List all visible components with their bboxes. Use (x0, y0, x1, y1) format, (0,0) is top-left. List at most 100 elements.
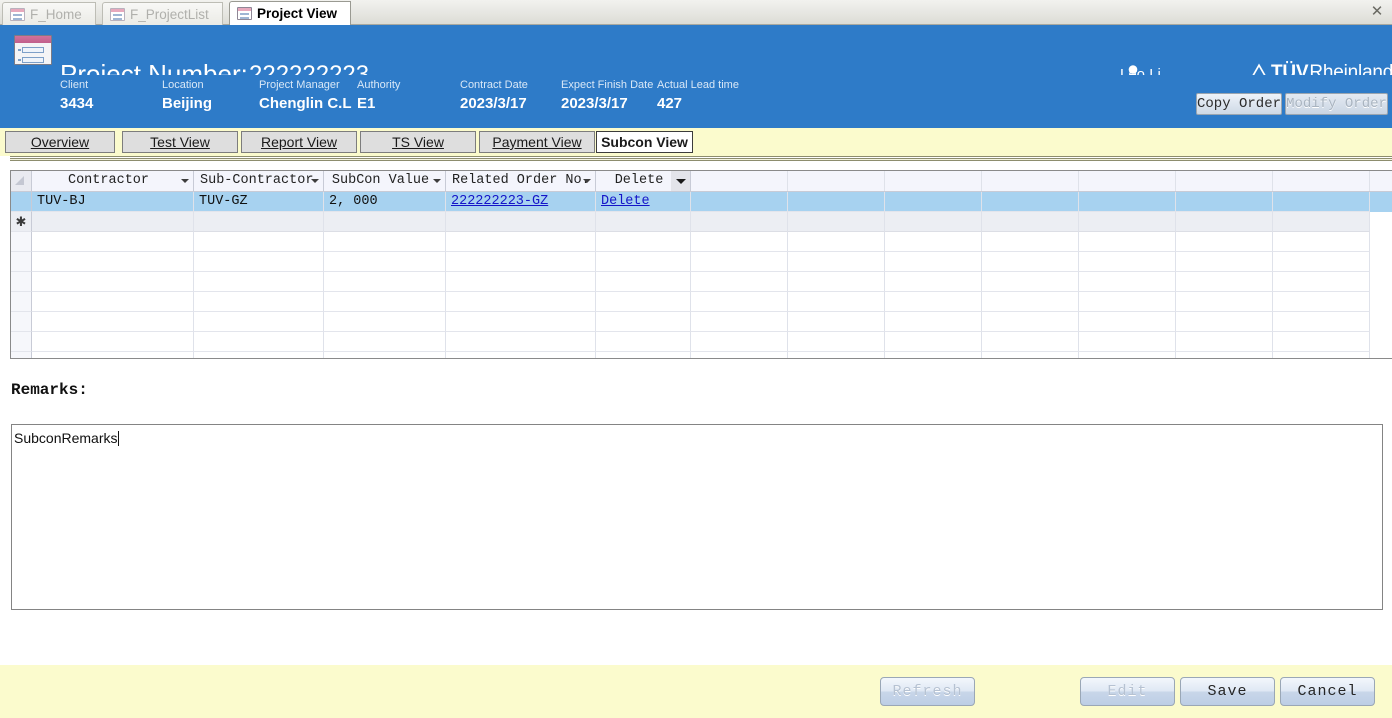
grid-cell-subcon-value[interactable] (324, 292, 446, 312)
grid-row-selector[interactable] (11, 272, 32, 292)
grid-cell-sub-contractor[interactable] (194, 212, 324, 232)
grid-cell-related-order-no-[interactable] (446, 332, 596, 352)
chevron-down-icon[interactable] (311, 179, 319, 183)
tab-overview[interactable]: Overview (5, 131, 115, 153)
grid-cell-empty (1176, 352, 1273, 358)
grid-cell-contractor[interactable] (32, 252, 194, 272)
grid-cell-contractor[interactable] (32, 232, 194, 252)
grid-empty-row[interactable] (11, 272, 1392, 292)
grid-cell-empty (885, 232, 982, 252)
grid-cell-sub-contractor[interactable] (194, 332, 324, 352)
grid-row-selector[interactable] (11, 292, 32, 312)
grid-row-selector[interactable] (11, 332, 32, 352)
grid-cell-delete[interactable] (596, 332, 691, 352)
grid-cell-empty (1079, 252, 1176, 272)
grid-cell-empty (1079, 352, 1176, 358)
grid-cell-subcon-value[interactable] (324, 252, 446, 272)
grid-column-header-empty (788, 171, 885, 191)
grid-cell-sub-contractor[interactable] (194, 352, 324, 358)
grid-cell-contractor[interactable] (32, 312, 194, 332)
grid-cell-delete[interactable] (596, 312, 691, 332)
chevron-down-icon[interactable] (583, 179, 591, 183)
tab-ts-view[interactable]: TS View (360, 131, 476, 153)
grid-cell-contractor[interactable] (32, 332, 194, 352)
grid-cell-empty (982, 212, 1079, 232)
grid-cell-related-order-no-[interactable] (446, 212, 596, 232)
grid-cell-delete[interactable]: Delete (596, 192, 691, 212)
grid-column-header-contractor[interactable]: Contractor (32, 171, 194, 191)
grid-cell-related-order-no-[interactable] (446, 272, 596, 292)
grid-cell-contractor[interactable] (32, 212, 194, 232)
grid-cell-empty (982, 332, 1079, 352)
grid-cell-related-order-no-[interactable] (446, 292, 596, 312)
grid-cell-sub-contractor[interactable] (194, 312, 324, 332)
grid-row-selector[interactable] (11, 312, 32, 332)
document-tab-f-home[interactable]: F_Home (2, 2, 96, 25)
grid-row-selector[interactable] (11, 252, 32, 272)
grid-cell-contractor[interactable]: TUV-BJ (32, 192, 194, 212)
grid-cell-empty (691, 312, 788, 332)
grid-cell-delete[interactable] (596, 292, 691, 312)
grid-column-header-sub-contractor[interactable]: Sub-Contractor (194, 171, 324, 191)
tab-subcon-view[interactable]: Subcon View (596, 131, 693, 153)
select-all-triangle-icon[interactable] (11, 171, 32, 191)
grid-cell-subcon-value[interactable] (324, 332, 446, 352)
grid-cell-delete[interactable] (596, 272, 691, 292)
tab-payment-view[interactable]: Payment View (479, 131, 595, 153)
grid-row-selector[interactable] (11, 192, 32, 212)
grid-cell-subcon-value[interactable] (324, 212, 446, 232)
document-tab-project-view[interactable]: Project View (229, 1, 352, 25)
grid-cell-delete[interactable] (596, 252, 691, 272)
grid-cell-delete[interactable] (596, 352, 691, 358)
grid-cell-related-order-no-[interactable] (446, 352, 596, 358)
remarks-input[interactable]: SubconRemarks (11, 424, 1383, 610)
grid-empty-row[interactable] (11, 352, 1392, 358)
grid-cell-sub-contractor[interactable] (194, 272, 324, 292)
grid-column-header-related-order-no-[interactable]: Related Order No. (446, 171, 596, 191)
save-button[interactable]: Save (1180, 677, 1275, 706)
grid-cell-contractor[interactable] (32, 292, 194, 312)
tab-test-view[interactable]: Test View (122, 131, 238, 153)
grid-cell-delete[interactable] (596, 232, 691, 252)
table-row[interactable]: TUV-BJ TUV-GZ 2, 000 222222223-GZ Delete (11, 192, 1392, 212)
grid-cell-contractor[interactable] (32, 272, 194, 292)
document-tab-f-projectlist[interactable]: F_ProjectList (102, 2, 223, 25)
grid-row-selector[interactable] (11, 232, 32, 252)
copy-order-button[interactable]: Copy Order (1196, 93, 1282, 115)
grid-empty-row[interactable] (11, 252, 1392, 272)
sort-caret-icon[interactable] (671, 171, 691, 191)
cancel-button[interactable]: Cancel (1280, 677, 1375, 706)
grid-cell-sub-contractor[interactable] (194, 292, 324, 312)
grid-cell-related-order-no-[interactable] (446, 312, 596, 332)
grid-cell-related-order-no-[interactable] (446, 232, 596, 252)
grid-cell-subcon-value[interactable] (324, 272, 446, 292)
grid-cell-empty (1079, 312, 1176, 332)
info-field-value: 3434 (60, 95, 94, 112)
grid-empty-row[interactable] (11, 292, 1392, 312)
tab-report-view[interactable]: Report View (241, 131, 357, 153)
grid-cell-subcon-value[interactable] (324, 232, 446, 252)
chevron-down-icon[interactable] (181, 179, 189, 183)
chevron-down-icon[interactable] (433, 179, 441, 183)
grid-column-header-subcon-value[interactable]: SubCon Value (324, 171, 446, 191)
grid-cell-related-order-no-[interactable]: 222222223-GZ (446, 192, 596, 212)
view-tab-bar: Overview Test View Report View TS View Payme… (0, 128, 1392, 156)
close-icon[interactable]: ✕ (1368, 3, 1386, 21)
grid-empty-row[interactable] (11, 332, 1392, 352)
grid-cell-related-order-no-[interactable] (446, 252, 596, 272)
grid-cell-sub-contractor[interactable] (194, 232, 324, 252)
grid-new-row[interactable]: ✱ (11, 212, 1392, 232)
grid-cell-delete[interactable] (596, 212, 691, 232)
grid-cell-subcon-value[interactable]: 2, 000 (324, 192, 446, 212)
grid-row-selector[interactable] (11, 352, 32, 358)
grid-empty-row[interactable] (11, 232, 1392, 252)
grid-cell-subcon-value[interactable] (324, 312, 446, 332)
grid-cell-sub-contractor[interactable]: TUV-GZ (194, 192, 324, 212)
grid-cell-subcon-value[interactable] (324, 352, 446, 358)
grid-row-selector[interactable]: ✱ (11, 212, 32, 232)
grid-cell-contractor[interactable] (32, 352, 194, 358)
grid-cell-sub-contractor[interactable] (194, 252, 324, 272)
subcon-data-grid[interactable]: Contractor Sub-Contractor SubCon Value Rela… (10, 170, 1392, 359)
info-field-label: Project Manager (259, 79, 340, 91)
grid-empty-row[interactable] (11, 312, 1392, 332)
